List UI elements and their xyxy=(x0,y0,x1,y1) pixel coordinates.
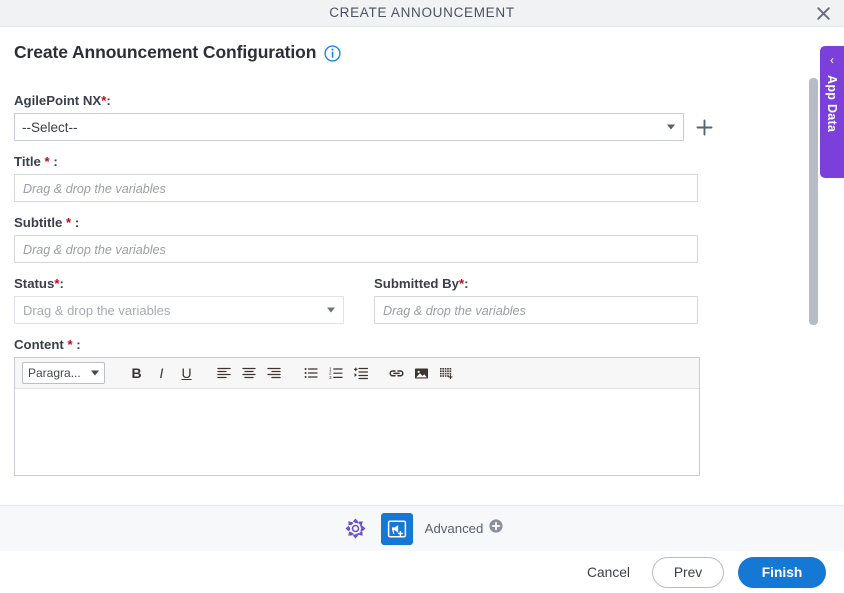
align-right-icon[interactable] xyxy=(261,361,286,386)
field-submitted-by: Submitted By*: xyxy=(374,276,714,324)
required-mark: * xyxy=(67,337,73,352)
field-label-status: Status*: xyxy=(14,276,374,291)
chevron-down-icon xyxy=(667,124,676,130)
link-icon[interactable] xyxy=(384,361,409,386)
chevron-down-icon xyxy=(327,307,335,313)
create-announcement-dialog: CREATE ANNOUNCEMENT Create Announcement … xyxy=(0,0,844,593)
announcement-form: AgilePoint NX*: --Select-- Title *: Dra… xyxy=(14,93,714,489)
field-row-status-submittedby: Status*: Drag & drop the variables Submi… xyxy=(14,276,714,324)
paragraph-format-select[interactable]: Paragra... xyxy=(22,362,105,384)
field-content: Content * : Paragra... B I U 1 2 3 xyxy=(14,337,714,476)
label-suffix: : xyxy=(106,93,111,108)
advanced-button[interactable]: Advanced xyxy=(425,519,504,538)
required-mark: * xyxy=(66,215,72,230)
info-icon[interactable] xyxy=(324,43,341,62)
field-subtitle: Subtitle * : xyxy=(14,215,714,263)
agilepoint-nx-value: --Select-- xyxy=(22,119,78,135)
field-label-submitted-by: Submitted By*: xyxy=(374,276,714,291)
page-title: Create Announcement Configuration xyxy=(14,42,317,62)
required-mark: * xyxy=(44,154,50,169)
text-style-group: B I U xyxy=(124,361,199,386)
label-text: AgilePoint NX xyxy=(14,93,102,108)
list-group: 123 xyxy=(298,361,373,386)
field-title: Title * : xyxy=(14,154,714,202)
cancel-button[interactable]: Cancel xyxy=(579,559,638,586)
field-label-subtitle: Subtitle * : xyxy=(14,215,714,230)
agilepoint-nx-select[interactable]: --Select-- xyxy=(14,113,685,141)
page-title-row: Create Announcement Configuration xyxy=(14,42,341,63)
app-data-label: App Data xyxy=(825,75,839,133)
field-agilepoint-nx: AgilePoint NX*: --Select-- xyxy=(14,93,714,141)
advanced-label: Advanced xyxy=(424,521,484,536)
prev-button[interactable]: Prev xyxy=(652,556,724,588)
label-text: Status xyxy=(14,276,55,291)
label-text: Content xyxy=(14,337,64,352)
editor-toolbar: Paragra... B I U 1 2 3 xyxy=(15,358,699,389)
chevron-left-icon: ‹ xyxy=(830,53,834,67)
label-suffix: : xyxy=(74,215,80,230)
bullet-list-icon[interactable] xyxy=(298,361,323,386)
field-status: Status*: Drag & drop the variables xyxy=(14,276,374,324)
alignment-group xyxy=(211,361,286,386)
dialog-title: CREATE ANNOUNCEMENT xyxy=(329,5,515,20)
svg-text:3: 3 xyxy=(329,375,332,380)
dialog-footer: Cancel Prev Finish xyxy=(0,551,844,593)
subtitle-input[interactable] xyxy=(14,235,698,263)
indent-icon[interactable] xyxy=(348,361,373,386)
label-suffix: : xyxy=(464,276,469,291)
content-editor-area[interactable] xyxy=(15,389,699,475)
label-suffix: : xyxy=(76,337,81,352)
action-toolbar: Advanced xyxy=(0,505,844,551)
italic-icon[interactable]: I xyxy=(149,361,174,386)
paragraph-format-value: Paragra... xyxy=(28,366,81,380)
content-rich-text-editor: Paragra... B I U 1 2 3 xyxy=(14,357,700,476)
finish-button[interactable]: Finish xyxy=(738,556,826,588)
underline-icon[interactable]: U xyxy=(174,361,199,386)
gear-icon[interactable] xyxy=(341,514,371,544)
field-label-title: Title * : xyxy=(14,154,714,169)
label-suffix: : xyxy=(53,154,58,169)
table-icon[interactable] xyxy=(434,361,459,386)
align-center-icon[interactable] xyxy=(236,361,261,386)
add-agilepoint-nx-button[interactable] xyxy=(694,117,714,137)
field-label-agilepoint-nx: AgilePoint NX*: xyxy=(14,93,714,108)
body-scrollbar-thumb[interactable] xyxy=(809,78,818,325)
image-icon[interactable] xyxy=(409,361,434,386)
plus-circle-icon[interactable] xyxy=(489,519,503,538)
agilepoint-nx-select-wrap: --Select-- xyxy=(14,113,714,141)
label-text: Subtitle xyxy=(14,215,63,230)
status-placeholder: Drag & drop the variables xyxy=(23,302,171,318)
numbered-list-icon[interactable]: 123 xyxy=(323,361,348,386)
close-icon[interactable] xyxy=(810,2,836,25)
dialog-titlebar: CREATE ANNOUNCEMENT xyxy=(0,0,844,27)
title-input[interactable] xyxy=(14,174,698,202)
app-data-panel-toggle[interactable]: ‹ App Data xyxy=(820,46,844,178)
insert-group xyxy=(384,361,459,386)
status-select[interactable]: Drag & drop the variables xyxy=(14,296,344,324)
label-suffix: : xyxy=(59,276,64,291)
announcement-add-icon[interactable] xyxy=(380,512,413,545)
label-text: Title xyxy=(14,154,41,169)
align-left-icon[interactable] xyxy=(211,361,236,386)
label-text: Submitted By xyxy=(374,276,459,291)
dialog-body: Create Announcement Configuration AgileP… xyxy=(0,27,844,500)
submitted-by-input[interactable] xyxy=(374,296,698,324)
bold-icon[interactable]: B xyxy=(124,361,149,386)
chevron-down-icon xyxy=(91,370,99,376)
field-label-content: Content * : xyxy=(14,337,714,352)
